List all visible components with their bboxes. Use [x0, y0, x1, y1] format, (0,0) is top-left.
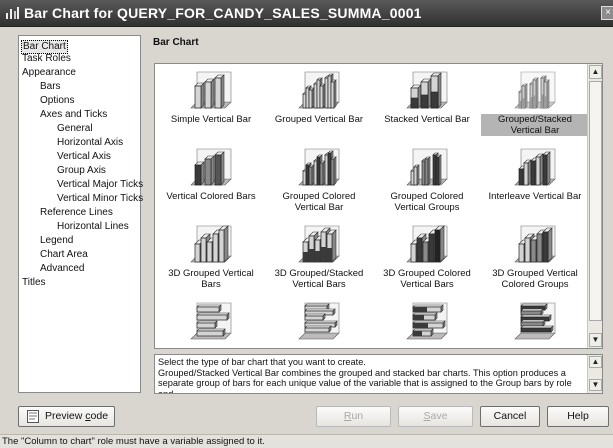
desc-scroll-up-icon[interactable]: ▲ [589, 356, 602, 368]
nav-item-bars[interactable]: Bars [39, 81, 62, 93]
nav-item-horizontal-lines[interactable]: Horizontal Lines [56, 221, 130, 233]
nav-item-vertical-axis[interactable]: Vertical Axis [56, 151, 112, 163]
chart-type-option[interactable]: 3D Grouped Vertical Bars [157, 224, 265, 296]
chart-type-option[interactable]: Grouped Vertical Bar [265, 70, 373, 142]
nav-item-bar-chart[interactable]: Bar Chart [21, 40, 68, 54]
chart-type-option[interactable]: Grouped/Stacked Vertical Bar [481, 70, 589, 142]
chart-type-label: 3D Grouped Vertical Colored Groups [492, 268, 578, 290]
preview-label: Preview [45, 410, 86, 422]
chart-type-option[interactable]: Stacked Vertical Bar [373, 70, 481, 142]
grouped-colored-vertical-bar-icon [298, 148, 340, 186]
nav-item-vertical-major-ticks[interactable]: Vertical Major Ticks [56, 179, 144, 191]
chart-type-option[interactable]: 3D Grouped Colored Vertical Bars [373, 224, 481, 296]
horizontal-bar-icon [190, 302, 232, 340]
nav-item-options[interactable]: Options [39, 95, 75, 107]
chart-type-label: Grouped/Stacked Vertical Bar [481, 114, 589, 136]
vertical-colored-bars-icon [190, 148, 232, 186]
nav-item-reference-lines[interactable]: Reference Lines [39, 207, 114, 219]
chart-type-option[interactable]: Simple Vertical Bar [157, 70, 265, 142]
scroll-thumb[interactable] [589, 81, 602, 321]
title-bar: Bar Chart for QUERY_FOR_CANDY_SALES_SUMM… [0, 0, 613, 27]
chart-type-option[interactable]: Vertical Colored Bars [157, 147, 265, 219]
grouped-stacked-horizontal-bar-icon [514, 302, 556, 340]
stacked-horizontal-bar-icon [406, 302, 448, 340]
grouped-colored-vertical-groups-icon [406, 148, 448, 186]
gallery-scrollbar[interactable]: ▲ ▼ [587, 64, 602, 348]
scroll-down-icon[interactable]: ▼ [589, 333, 602, 347]
chart-type-label: Grouped Colored Vertical Bar [282, 191, 356, 213]
save-button[interactable]: Save [398, 406, 473, 427]
3d-grouped-stacked-vertical-bars-icon [298, 225, 340, 263]
chart-type-option[interactable] [157, 301, 265, 348]
main-panel: Bar Chart 3D Grouped Vertical Colored Gr… [147, 35, 613, 397]
close-icon[interactable]: × [601, 6, 613, 20]
3d-grouped-colored-vertical-bars-icon [406, 225, 448, 263]
nav-item-horizontal-axis[interactable]: Horizontal Axis [56, 137, 124, 149]
nav-item-titles[interactable]: Titles [21, 277, 47, 289]
3d-grouped-vertical-bars-icon [190, 225, 232, 263]
description-scrollbar[interactable]: ▲ ▼ [587, 355, 602, 393]
code-document-icon [27, 410, 39, 423]
chart-type-label: Simple Vertical Bar [170, 114, 252, 125]
nav-item-appearance[interactable]: Appearance [21, 67, 77, 79]
save-label: ave [430, 410, 448, 422]
preview-code-button[interactable]: Preview code [18, 406, 115, 427]
help-button[interactable]: Help [547, 406, 609, 427]
chart-type-option[interactable]: Interleave Vertical Bar [481, 147, 589, 219]
chart-type-option[interactable] [373, 301, 481, 348]
nav-item-vertical-minor-ticks[interactable]: Vertical Minor Ticks [56, 193, 144, 205]
chart-type-option[interactable] [265, 301, 373, 348]
chart-type-option[interactable]: 3D Grouped/Stacked Vertical Bars [265, 224, 373, 296]
run-button[interactable]: Run [316, 406, 391, 427]
chart-type-option[interactable]: Grouped Colored Vertical Bar [265, 147, 373, 219]
save-accel: S [423, 410, 431, 422]
chart-type-option[interactable]: 3D Grouped Vertical Colored Groups [481, 224, 589, 296]
chart-type-option[interactable]: Grouped Colored Vertical Groups [373, 147, 481, 219]
nav-item-chart-area[interactable]: Chart Area [39, 249, 89, 261]
description-box: Select the type of bar chart that you wa… [154, 354, 603, 394]
nav-item-general[interactable]: General [56, 123, 94, 135]
grouped-horizontal-bar-icon [298, 302, 340, 340]
chart-type-label: Grouped Vertical Bar [274, 114, 364, 125]
description-text: Select the type of bar chart that you wa… [158, 357, 572, 394]
chart-type-label: Vertical Colored Bars [166, 191, 256, 202]
window-title: Bar Chart for QUERY_FOR_CANDY_SALES_SUMM… [24, 5, 422, 21]
nav-item-axes-and-ticks[interactable]: Axes and Ticks [39, 109, 108, 121]
chart-type-label: 3D Grouped Colored Vertical Bars [383, 268, 471, 290]
run-label: un [351, 410, 364, 422]
status-bar: The "Column to chart" role must have a v… [0, 434, 613, 448]
chart-type-label: Interleave Vertical Bar [488, 191, 582, 202]
3d-grouped-vertical-colored-groups-icon [514, 225, 556, 263]
interleave-vertical-bar-icon [514, 148, 556, 186]
nav-item-advanced[interactable]: Advanced [39, 263, 85, 275]
nav-item-group-axis[interactable]: Group Axis [56, 165, 107, 177]
chart-type-label: Stacked Vertical Bar [384, 114, 470, 125]
grouped-stacked-vertical-bar-icon [513, 70, 557, 110]
chart-type-label: Grouped Colored Vertical Groups [390, 191, 464, 213]
preview-label-rest: ode [90, 410, 109, 422]
cancel-button[interactable]: Cancel [480, 406, 540, 427]
chart-type-option[interactable] [481, 301, 589, 348]
chart-type-gallery: 3D Grouped Vertical Colored Groups 3D Gro… [154, 63, 603, 349]
panel-heading: Bar Chart [153, 37, 199, 48]
stacked-vertical-bar-icon [406, 71, 448, 109]
bar-chart-app-icon [6, 7, 19, 19]
scroll-up-icon[interactable]: ▲ [589, 65, 602, 79]
navigation-tree: Bar Chart Task Roles Appearance Bars Opt… [18, 35, 144, 393]
chart-type-label: 3D Grouped/Stacked Vertical Bars [274, 268, 364, 290]
grouped-vertical-bar-icon [298, 71, 340, 109]
nav-item-task-roles[interactable]: Task Roles [21, 53, 72, 65]
simple-vertical-bar-icon [190, 71, 232, 109]
nav-item-legend[interactable]: Legend [39, 235, 74, 247]
desc-scroll-down-icon[interactable]: ▼ [589, 379, 602, 391]
chart-type-label: 3D Grouped Vertical Bars [168, 268, 254, 290]
